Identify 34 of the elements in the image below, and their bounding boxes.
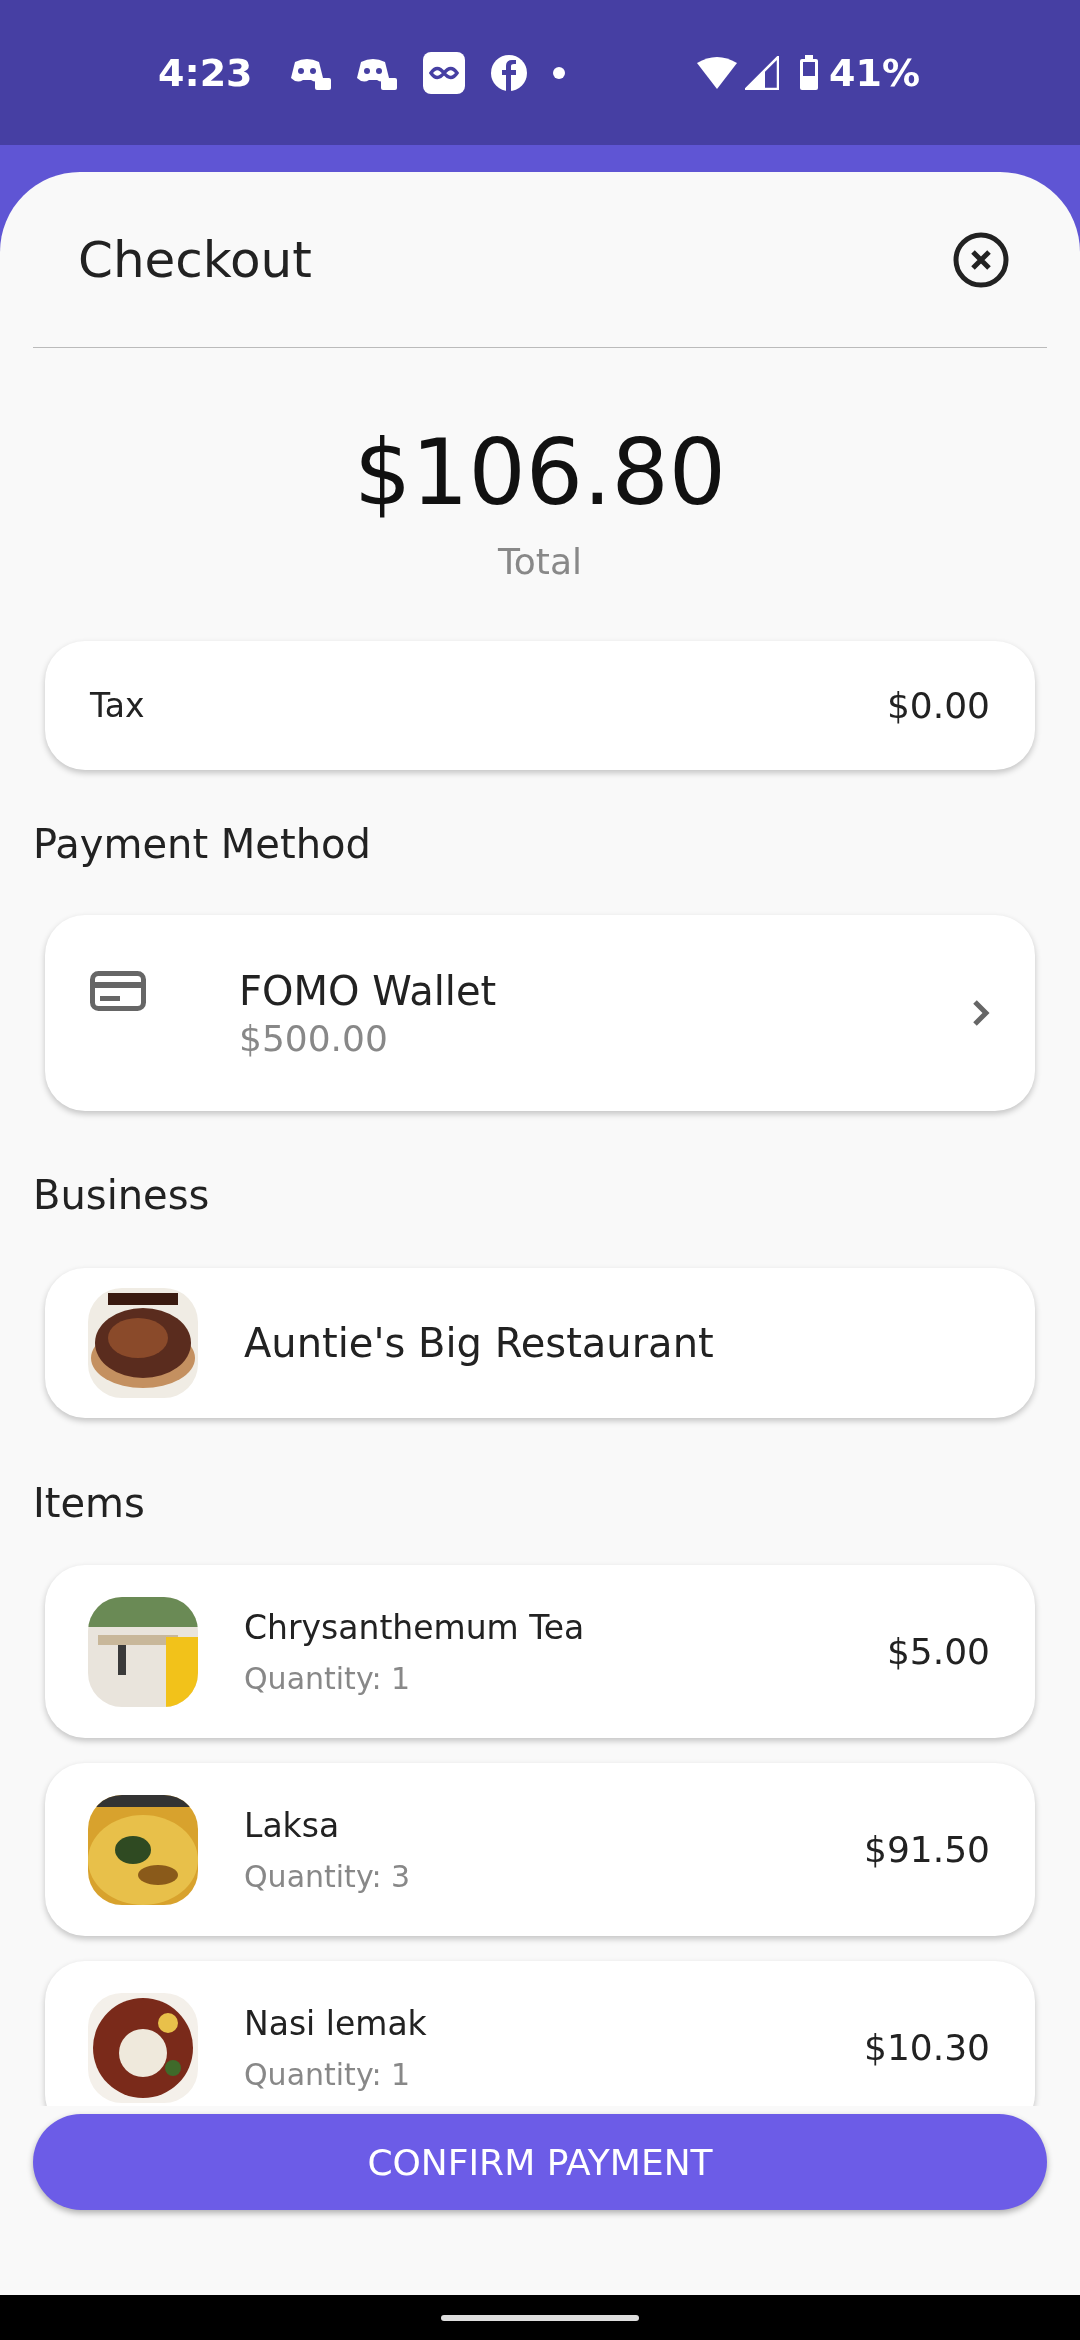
item-name: Laksa [244,1805,341,1845]
tax-label: Tax [90,686,145,725]
chevron-right-icon [972,999,990,1027]
section-heading: Payment Method [33,820,371,869]
confirm-payment-button[interactable]: CONFIRM PAYMENT [33,2114,1047,2210]
signal-icon [745,55,780,90]
battery-icon [799,54,820,91]
payment-method-card[interactable]: FOMO Wallet $500.00 [45,915,1035,1111]
total-amount: $106.80 [353,419,727,527]
credit-card-icon [90,971,146,1011]
item-quantity: Quantity: 1 [244,2056,412,2092]
wallet-name: FOMO Wallet [239,967,498,1014]
status-time: 4:23 [158,50,253,95]
item-price: $10.30 [864,2027,990,2068]
item-quantity: Quantity: 3 [244,1858,412,1894]
item-quantity: Quantity: 1 [244,1660,412,1696]
section-heading: Items [33,1479,145,1528]
item-name: Nasi lemak [244,2003,428,2043]
business-name: Auntie's Big Restaurant [244,1320,715,1366]
wifi-icon [697,56,738,89]
sheet-title: Checkout [78,230,312,289]
wallet-balance: $500.00 [239,1017,389,1059]
app-notification-icon [422,51,465,94]
tax-amount: $0.00 [886,685,990,726]
social-notification-icon [490,54,527,91]
item-price: $5.00 [886,1631,990,1672]
battery-percentage: 41% [829,50,920,95]
item-price: $91.50 [864,1829,990,1870]
total-label: Total [497,540,583,584]
section-heading: Business [33,1171,210,1220]
item-name: Chrysanthemum Tea [244,1607,586,1647]
more-notifications-icon [552,66,565,79]
close-button[interactable] [952,230,1010,289]
home-indicator[interactable] [441,2314,639,2321]
